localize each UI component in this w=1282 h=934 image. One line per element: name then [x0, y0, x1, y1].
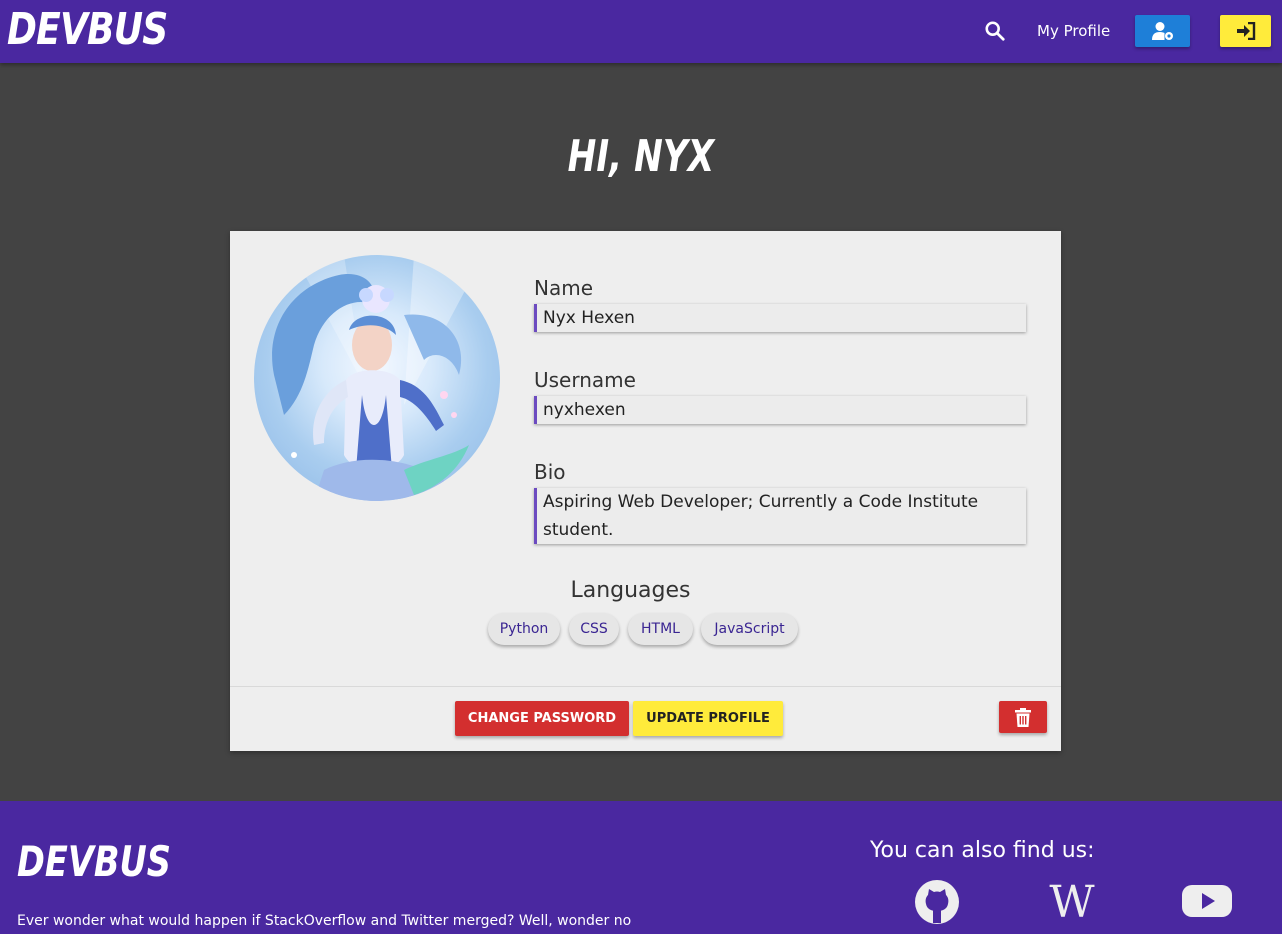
profile-card: Name Nyx Hexen Username nyxhexen Bio Asp…: [230, 231, 1061, 751]
language-chip[interactable]: Python: [488, 613, 560, 645]
github-icon[interactable]: [914, 879, 960, 925]
user-cog-icon: [1151, 22, 1173, 40]
brand-logo[interactable]: DEVBUS: [7, 4, 168, 56]
name-label: Name: [534, 276, 594, 300]
my-profile-link[interactable]: My Profile: [1037, 21, 1110, 41]
wikipedia-icon[interactable]: W: [1043, 879, 1101, 925]
search-icon[interactable]: [984, 20, 1006, 42]
navbar: DEVBUS My Profile: [0, 0, 1282, 63]
name-field[interactable]: Nyx Hexen: [534, 304, 1026, 332]
bio-label: Bio: [534, 460, 566, 484]
card-divider: [230, 686, 1061, 687]
footer: DEVBUS Ever wonder what would happen if …: [0, 801, 1282, 934]
user-settings-button[interactable]: [1135, 15, 1190, 47]
svg-text:W: W: [1049, 879, 1095, 925]
username-label: Username: [534, 368, 636, 392]
trash-icon: [1015, 707, 1031, 727]
login-button[interactable]: [1220, 15, 1271, 47]
footer-find-us-heading: You can also find us:: [870, 838, 1095, 863]
delete-profile-button[interactable]: [999, 701, 1047, 733]
profile-avatar: [254, 255, 500, 501]
page-title: HI, NYX: [567, 131, 715, 182]
footer-brand-logo: DEVBUS: [17, 837, 171, 886]
username-field[interactable]: nyxhexen: [534, 396, 1026, 424]
footer-tagline: Ever wonder what would happen if StackOv…: [17, 913, 632, 929]
change-password-button[interactable]: Change Password: [455, 701, 629, 736]
bio-field[interactable]: Aspiring Web Developer; Currently a Code…: [534, 488, 1026, 544]
language-chip[interactable]: CSS: [569, 613, 619, 645]
language-chip[interactable]: JavaScript: [701, 613, 798, 645]
languages-title: Languages: [570, 578, 691, 603]
sign-in-icon: [1236, 22, 1255, 40]
language-chip[interactable]: HTML: [628, 613, 693, 645]
update-profile-button[interactable]: Update Profile: [633, 701, 783, 736]
profile-avatar-image: [272, 255, 484, 501]
youtube-icon[interactable]: [1182, 879, 1232, 923]
